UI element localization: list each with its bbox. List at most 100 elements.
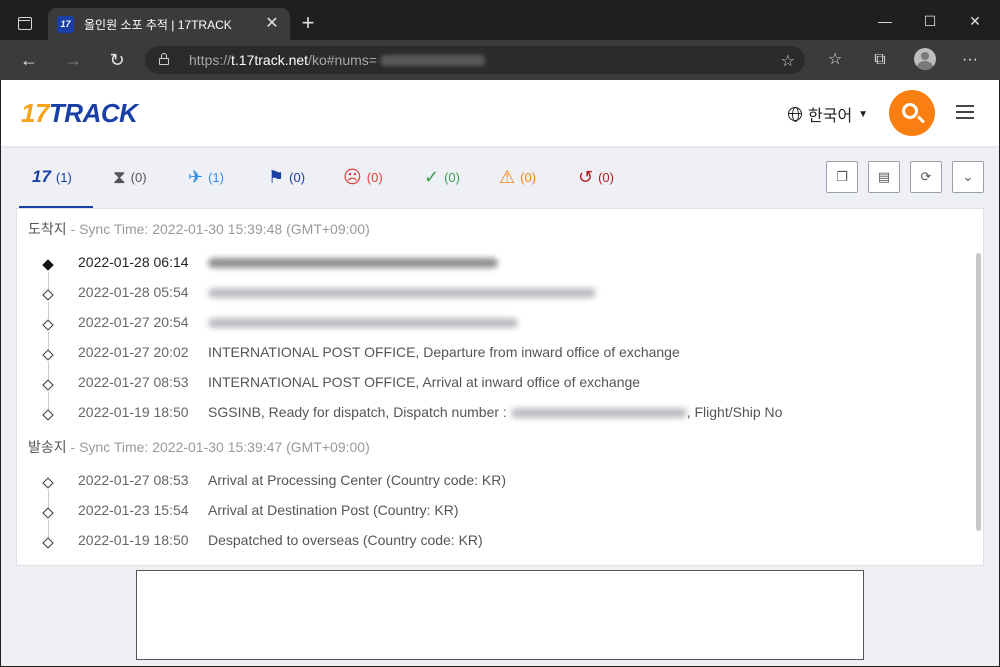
browser-tab[interactable]: 17 올인원 소포 추적 | 17TRACK ✕ xyxy=(48,8,290,40)
redacted-tracking-number xyxy=(381,55,485,66)
filter-all[interactable]: 17 (1) xyxy=(19,167,93,208)
tracking-events-panel: 도착지 - Sync Time: 2022-01-30 15:39:48 (GM… xyxy=(16,208,984,566)
event-time: 2022-01-23 15:54 xyxy=(78,502,189,518)
profile-avatar[interactable] xyxy=(914,48,936,70)
address-field[interactable]: https://t.17track.net/ko#nums= ☆ xyxy=(145,46,805,74)
filter-count: (0) xyxy=(130,169,147,185)
sad-face-icon: ☹ xyxy=(343,167,362,187)
filter-not-found[interactable]: ⧗ (0) xyxy=(113,168,147,186)
minimize-button[interactable]: — xyxy=(865,8,905,34)
17-logo-icon: 17 xyxy=(32,167,51,186)
browser-titlebar: 17 올인원 소포 추적 | 17TRACK ✕ + — ☐ ✕ xyxy=(0,0,1000,40)
site-header: 17TRACK 한국어 ▼ xyxy=(1,80,999,146)
event-description: INTERNATIONAL POST OFFICE, Arrival at in… xyxy=(208,374,641,390)
tracking-event: 2022-01-28 06:14 xyxy=(17,252,977,292)
filter-pickup[interactable]: ⚑ (0) xyxy=(268,168,305,186)
language-selector[interactable]: 한국어 ▼ xyxy=(788,102,868,126)
filter-delivered[interactable]: ✓ (0) xyxy=(424,168,460,186)
event-time: 2022-01-27 08:53 xyxy=(78,374,189,390)
tracking-event: 2022-01-27 20:54 xyxy=(17,312,977,352)
tab-title: 올인원 소포 추적 | 17TRACK xyxy=(84,18,232,32)
collapse-button[interactable]: ⌄ xyxy=(952,161,984,193)
warning-icon: ⚠ xyxy=(499,167,516,187)
tracking-event: 2022-01-19 18:50 SGSINB, Ready for dispa… xyxy=(17,402,977,432)
event-description: Despatched to overseas (Country code: KR… xyxy=(208,532,483,548)
event-time: 2022-01-19 18:50 xyxy=(78,404,189,420)
filter-count: (1) xyxy=(55,169,72,185)
status-filter-bar: 17 (1) ⧗ (0) ✈ (1) ⚑ (0) ☹ (0) ✓ (0) ⚠ (… xyxy=(1,146,999,208)
new-tab-button[interactable]: + xyxy=(296,10,320,36)
origin-sync-time: - Sync Time: 2022-01-30 15:39:47 (GMT+09… xyxy=(70,439,370,455)
lock-icon[interactable] xyxy=(159,53,169,65)
filter-in-transit[interactable]: ✈ (1) xyxy=(188,168,224,186)
filter-expired[interactable]: ↺ (0) xyxy=(578,168,614,186)
tracking-event: 2022-01-27 20:02 INTERNATIONAL POST OFFI… xyxy=(17,342,977,382)
tab-actions-icon[interactable] xyxy=(18,17,32,30)
vertical-scrollbar[interactable] xyxy=(976,253,981,531)
origin-section-header: 발송지 - Sync Time: 2022-01-30 15:39:47 (GM… xyxy=(28,437,370,457)
browser-toolbar: ← → ↻ https://t.17track.net/ko#nums= ☆ ☆… xyxy=(0,40,1000,80)
event-description: Arrival at Destination Post (Country: KR… xyxy=(208,502,459,518)
event-description: Arrival at Processing Center (Country co… xyxy=(208,472,506,488)
refresh-tracking-button[interactable]: ⟳ xyxy=(910,161,942,193)
timeline-dot-icon xyxy=(42,477,54,489)
flag-icon: ⚑ xyxy=(268,167,285,187)
event-time: 2022-01-28 05:54 xyxy=(78,284,189,300)
more-menu-icon[interactable]: ··· xyxy=(958,48,982,72)
filter-count: (0) xyxy=(520,169,537,185)
collections-icon[interactable]: ⧉ xyxy=(868,48,892,72)
tab-close-icon[interactable]: ✕ xyxy=(262,13,282,33)
search-icon xyxy=(902,103,918,119)
origin-label: 발송지 xyxy=(28,439,67,455)
tracking-event: 2022-01-28 05:54 xyxy=(17,282,977,322)
timeline-dot-icon xyxy=(42,379,54,391)
filter-count: (0) xyxy=(289,169,306,185)
event-time: 2022-01-27 20:54 xyxy=(78,314,189,330)
tracking-event: 2022-01-19 18:50 Despatched to overseas … xyxy=(17,530,977,560)
maximize-button[interactable]: ☐ xyxy=(910,8,950,34)
language-label: 한국어 xyxy=(808,108,853,125)
destination-label: 도착지 xyxy=(28,221,67,237)
event-time: 2022-01-19 18:50 xyxy=(78,532,189,548)
hourglass-icon: ⧗ xyxy=(113,167,126,187)
copy-all-button[interactable]: ▤ xyxy=(868,161,900,193)
globe-icon xyxy=(788,107,802,122)
filter-alert[interactable]: ⚠ (0) xyxy=(499,168,536,186)
timeline-dot-icon xyxy=(42,537,54,549)
redacted-text xyxy=(208,258,498,269)
forward-button[interactable]: → xyxy=(61,48,85,72)
filter-count: (0) xyxy=(366,169,383,185)
track-search-button[interactable] xyxy=(889,90,935,136)
event-description xyxy=(208,254,498,270)
copy-button[interactable]: ❐ xyxy=(826,161,858,193)
event-time: 2022-01-27 20:02 xyxy=(78,344,189,360)
checkmark-icon: ✓ xyxy=(424,167,440,187)
history-icon: ↺ xyxy=(578,167,594,187)
add-favorite-icon[interactable]: ☆ xyxy=(781,51,795,71)
tracking-event: 2022-01-23 15:54 Arrival at Destination … xyxy=(17,500,977,540)
timeline-dot-icon xyxy=(42,409,54,421)
filter-count: (1) xyxy=(208,169,224,185)
timeline-dot-icon xyxy=(42,349,54,361)
site-logo[interactable]: 17TRACK xyxy=(21,98,138,129)
event-description: SGSINB, Ready for dispatch, Dispatch num… xyxy=(208,404,783,420)
destination-sync-time: - Sync Time: 2022-01-30 15:39:48 (GMT+09… xyxy=(70,221,370,237)
tracking-event: 2022-01-27 08:53 INTERNATIONAL POST OFFI… xyxy=(17,372,977,412)
menu-icon[interactable] xyxy=(956,105,974,119)
close-window-button[interactable]: ✕ xyxy=(955,8,995,34)
collapse-icon: ⌄ xyxy=(962,169,974,184)
redacted-text xyxy=(208,288,596,299)
filter-count: (0) xyxy=(598,169,614,185)
filter-undelivered[interactable]: ☹ (0) xyxy=(343,168,383,186)
url-text: https://t.17track.net/ko#nums= xyxy=(189,52,377,68)
tracking-event: 2022-01-27 08:53 Arrival at Processing C… xyxy=(17,470,977,510)
timeline-dot-icon xyxy=(42,259,54,271)
advertisement-placeholder xyxy=(136,570,864,660)
refresh-button[interactable]: ↻ xyxy=(105,48,129,72)
page-content: 17TRACK 한국어 ▼ 17 (1) ⧗ (0) ✈ (1) ⚑ (0) ☹… xyxy=(1,80,999,666)
filter-count: (0) xyxy=(444,169,460,185)
back-button[interactable]: ← xyxy=(17,48,41,72)
favorites-icon[interactable]: ☆ xyxy=(823,48,847,72)
copy-icon: ❐ xyxy=(836,169,848,184)
timeline-dot-icon xyxy=(42,319,54,331)
